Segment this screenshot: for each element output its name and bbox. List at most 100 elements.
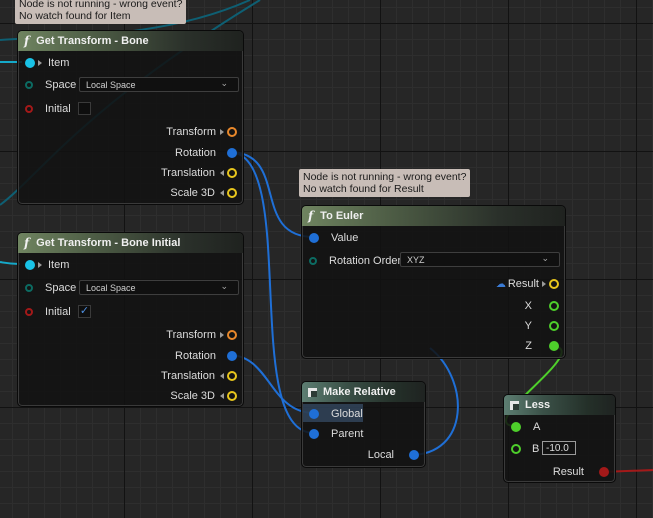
chevron-down-icon: ⌄	[220, 78, 228, 88]
pin-initial[interactable]: Initial	[25, 306, 71, 318]
pin-item[interactable]: Item	[25, 259, 69, 271]
expand-arrow-icon[interactable]	[220, 170, 224, 176]
pin-label: Item	[48, 57, 70, 69]
rotator-pin-icon[interactable]	[227, 148, 237, 158]
pin-z[interactable]: Z	[525, 340, 559, 352]
pin-label: Y	[524, 320, 532, 332]
vector-pin-icon[interactable]	[227, 168, 237, 178]
initial-checkbox[interactable]: ✓	[78, 305, 91, 318]
pin-transform[interactable]: Transform	[166, 126, 237, 138]
expand-arrow-icon[interactable]	[220, 190, 224, 196]
float-pin-icon[interactable]	[549, 301, 559, 311]
initial-checkbox[interactable]	[78, 102, 91, 115]
node-title: Make Relative	[323, 386, 396, 398]
pin-initial[interactable]: Initial	[25, 103, 71, 115]
pin-label: Scale 3D	[170, 187, 215, 199]
pin-label: Local	[367, 449, 394, 461]
expand-arrow-icon[interactable]	[38, 60, 42, 66]
pin-space[interactable]: Space	[25, 79, 76, 91]
pin-label: Translation	[160, 370, 215, 382]
node-header[interactable]: Make Relative	[302, 382, 425, 402]
tooltip-line: Node is not running - wrong event?	[19, 0, 183, 10]
vector-pin-icon[interactable]	[227, 188, 237, 198]
pin-translation[interactable]: Translation	[161, 370, 237, 382]
pin-item[interactable]: Item	[25, 57, 69, 69]
tooltip-item-watch: Node is not running - wrong event? No wa…	[15, 0, 187, 24]
pin-rotation-order[interactable]: Rotation Order	[309, 255, 401, 267]
pin-parent[interactable]: Parent	[309, 428, 363, 440]
pin-label: Result	[552, 466, 584, 478]
expand-arrow-icon[interactable]	[220, 373, 224, 379]
node-get-transform-bone[interactable]: f Get Transform - Bone Item Space Local …	[17, 30, 244, 205]
rotator-pin-icon[interactable]	[309, 409, 319, 419]
pin-label: Initial	[45, 103, 71, 115]
pin-result[interactable]: ☁ Result	[496, 278, 559, 290]
float-pin-icon[interactable]	[511, 422, 521, 432]
pin-global[interactable]: Global	[309, 408, 363, 420]
struct-pin-icon[interactable]	[25, 58, 35, 68]
space-dropdown[interactable]: Local Space ⌄	[79, 77, 239, 92]
pin-scale3d[interactable]: Scale 3D	[170, 187, 237, 199]
node-header[interactable]: f To Euler	[302, 206, 565, 226]
b-value-input[interactable]: -10.0	[542, 441, 576, 455]
dropdown-value: XYZ	[407, 254, 425, 265]
transform-pin-icon[interactable]	[227, 330, 237, 340]
expand-arrow-icon[interactable]	[38, 262, 42, 268]
expand-arrow-icon[interactable]	[220, 332, 224, 338]
float-pin-icon[interactable]	[511, 444, 521, 454]
pin-rotation[interactable]: Rotation	[175, 147, 237, 159]
pin-label: A	[533, 421, 541, 433]
bool-pin-icon[interactable]	[25, 105, 33, 113]
float-pin-icon[interactable]	[549, 321, 559, 331]
expand-arrow-icon[interactable]	[220, 129, 224, 135]
vector-pin-icon[interactable]	[227, 371, 237, 381]
pin-result[interactable]: Result	[553, 466, 609, 478]
chevron-down-icon: ⌄	[220, 281, 228, 291]
vector-pin-icon[interactable]	[227, 391, 237, 401]
node-header[interactable]: Less	[504, 395, 615, 415]
float-pin-icon[interactable]	[549, 341, 559, 351]
vector-pin-icon[interactable]	[549, 279, 559, 289]
expand-arrow-icon[interactable]	[542, 281, 546, 287]
pin-space[interactable]: Space	[25, 282, 76, 294]
pin-local[interactable]: Local	[368, 449, 419, 461]
pin-translation[interactable]: Translation	[161, 167, 237, 179]
pin-label: Transform	[166, 126, 216, 138]
pin-y[interactable]: Y	[525, 320, 559, 332]
pin-label: Rotation	[175, 147, 216, 159]
node-less[interactable]: Less A B -10.0 Result	[503, 394, 616, 483]
node-to-euler[interactable]: f To Euler Value Rotation Order XYZ ⌄ ☁ …	[301, 205, 566, 359]
rotator-pin-icon[interactable]	[309, 233, 319, 243]
pin-scale3d[interactable]: Scale 3D	[170, 390, 237, 402]
pin-label: Item	[48, 259, 70, 271]
node-header[interactable]: f Get Transform - Bone	[18, 31, 243, 51]
pin-b[interactable]: B	[511, 443, 539, 455]
transform-pin-icon[interactable]	[227, 127, 237, 137]
pin-label: Translation	[160, 167, 215, 179]
dropdown-value: Local Space	[86, 79, 136, 90]
node-get-transform-bone-initial[interactable]: f Get Transform - Bone Initial Item Spac…	[17, 232, 244, 407]
pin-value[interactable]: Value	[309, 232, 358, 244]
node-header[interactable]: f Get Transform - Bone Initial	[18, 233, 243, 253]
enum-pin-icon[interactable]	[309, 257, 317, 265]
node-make-relative[interactable]: Make Relative Global Parent Local	[301, 381, 426, 468]
rotator-pin-icon[interactable]	[227, 351, 237, 361]
space-dropdown[interactable]: Local Space ⌄	[79, 280, 239, 295]
bool-pin-icon[interactable]	[599, 467, 609, 477]
pin-transform[interactable]: Transform	[166, 329, 237, 341]
node-title: Get Transform - Bone Initial	[36, 237, 181, 249]
pin-a[interactable]: A	[511, 421, 540, 433]
pin-rotation[interactable]: Rotation	[175, 350, 237, 362]
rotator-pin-icon[interactable]	[409, 450, 419, 460]
bool-pin-icon[interactable]	[25, 308, 33, 316]
pin-label: Scale 3D	[170, 390, 215, 402]
rotation-order-dropdown[interactable]: XYZ ⌄	[400, 252, 560, 267]
rotator-pin-icon[interactable]	[309, 429, 319, 439]
pin-label: Parent	[331, 428, 364, 440]
enum-pin-icon[interactable]	[25, 81, 33, 89]
enum-pin-icon[interactable]	[25, 284, 33, 292]
expand-arrow-icon[interactable]	[220, 393, 224, 399]
struct-pin-icon[interactable]	[25, 260, 35, 270]
pin-x[interactable]: X	[525, 300, 559, 312]
pin-label: Result	[507, 278, 539, 290]
